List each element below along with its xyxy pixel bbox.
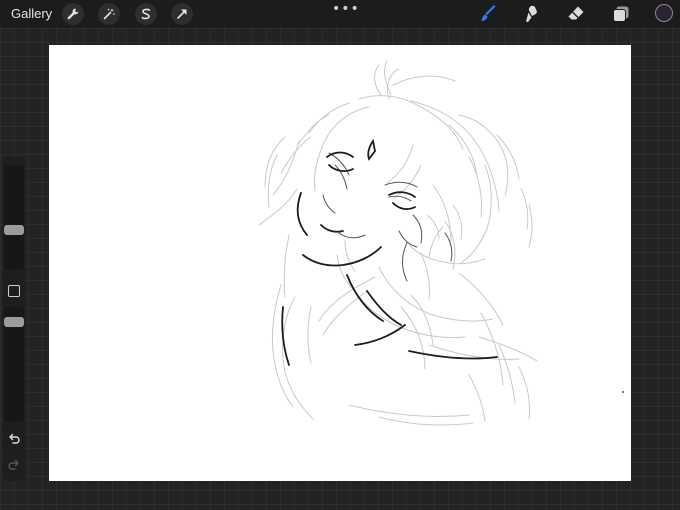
smudge-tool-button[interactable] <box>521 3 543 25</box>
magic-wand-icon <box>103 8 115 20</box>
layers-tool-button[interactable] <box>610 3 632 25</box>
transform-button[interactable] <box>171 3 193 25</box>
brush-tool-button[interactable] <box>477 3 499 25</box>
sketch-artwork <box>258 60 624 426</box>
brush-size-slider[interactable] <box>4 165 24 270</box>
selection-button[interactable] <box>135 3 157 25</box>
eraser-tool-button[interactable] <box>565 3 587 25</box>
opacity-thumb[interactable] <box>4 317 24 327</box>
selection-s-icon <box>141 8 151 20</box>
adjustments-button[interactable] <box>98 3 120 25</box>
left-sidebar <box>3 157 25 481</box>
more-menu-button[interactable]: ••• <box>332 1 360 17</box>
actions-button[interactable] <box>62 3 84 25</box>
opacity-slider[interactable] <box>4 307 24 422</box>
modify-button[interactable] <box>8 285 20 297</box>
redo-icon <box>8 459 19 470</box>
color-picker-button[interactable] <box>655 4 673 22</box>
undo-icon <box>9 433 20 444</box>
gallery-button[interactable]: Gallery <box>11 6 52 21</box>
wrench-icon <box>67 8 79 20</box>
brush-size-thumb[interactable] <box>4 225 24 235</box>
layers-icon <box>613 6 629 22</box>
eraser-icon <box>568 6 584 20</box>
smudge-icon <box>526 5 537 23</box>
brush-icon <box>481 5 496 22</box>
top-toolbar: Gallery ••• <box>0 0 680 28</box>
transform-arrow-icon <box>177 9 187 19</box>
undo-button[interactable] <box>6 431 22 447</box>
redo-button[interactable] <box>6 457 22 473</box>
drawing-canvas[interactable] <box>49 45 631 481</box>
